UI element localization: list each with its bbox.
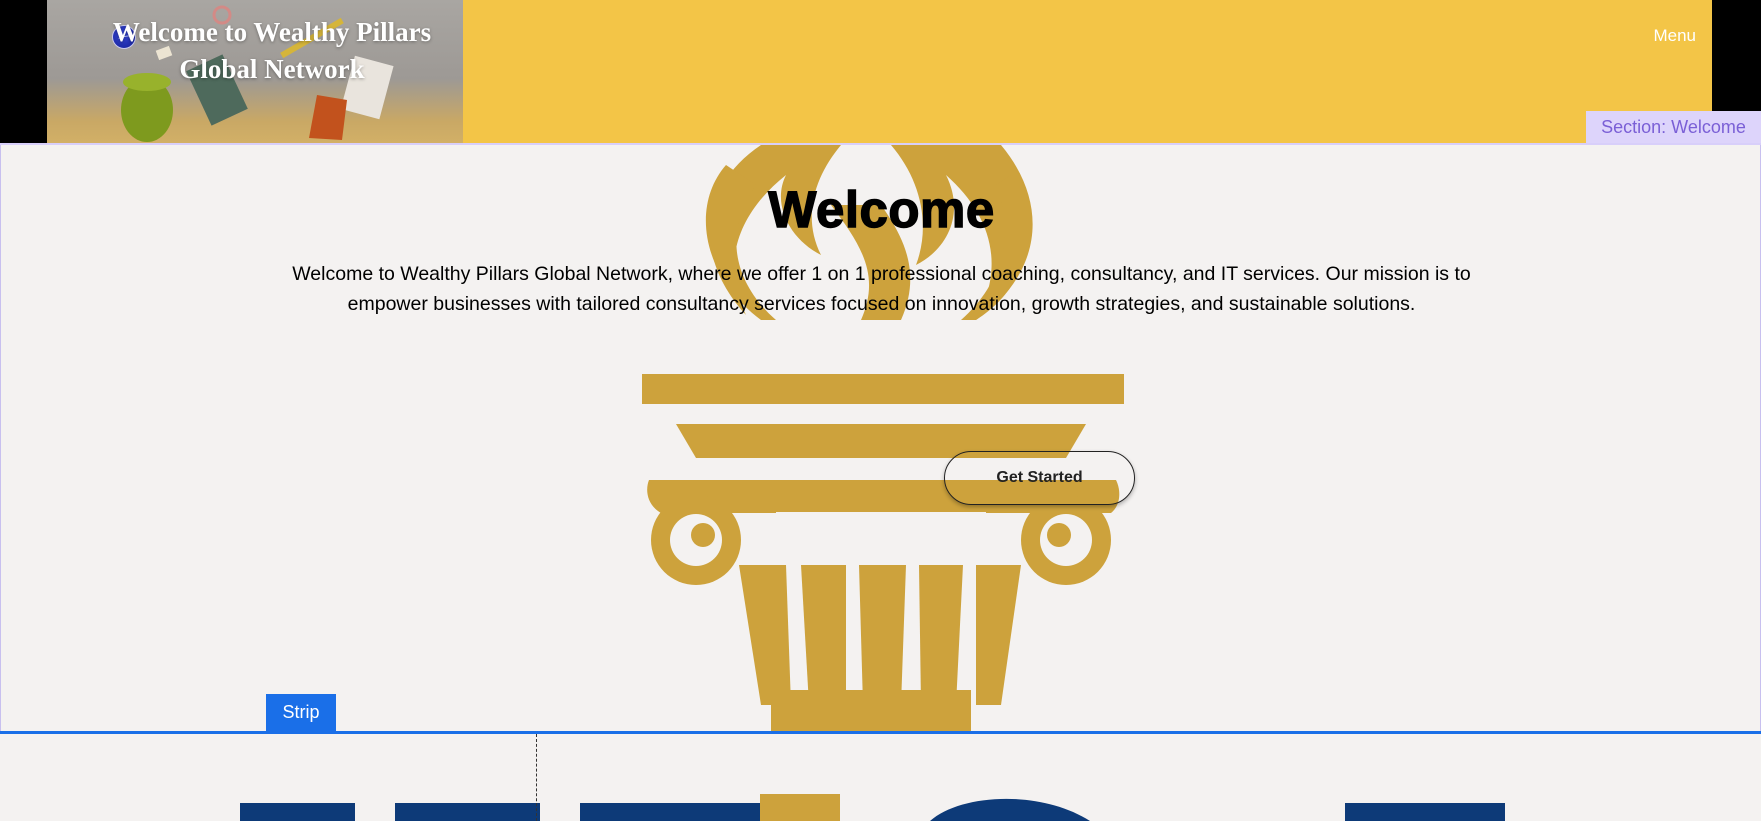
- section-label-tag[interactable]: Section: Welcome: [1586, 111, 1761, 144]
- welcome-section: Welcome Welcome to Wealthy Pillars Globa…: [0, 145, 1761, 731]
- strip-section: [0, 734, 1761, 821]
- left-edge: [0, 0, 47, 143]
- header-bar: [463, 0, 1712, 143]
- strip-label-tag[interactable]: Strip: [266, 694, 336, 731]
- welcome-description: Welcome to Wealthy Pillars Global Networ…: [292, 263, 1471, 315]
- get-started-button[interactable]: Get Started: [944, 451, 1135, 505]
- menu-button[interactable]: Menu: [1636, 26, 1696, 46]
- right-edge: [1712, 0, 1761, 111]
- navy-lettering-image: [240, 794, 1505, 821]
- column-guide: [536, 734, 537, 821]
- welcome-heading: Welcome: [768, 180, 995, 238]
- site-title: Welcome to Wealthy Pillars Global Networ…: [112, 17, 432, 84]
- header-hero-image: Welcome to Wealthy Pillars Global Networ…: [47, 0, 463, 143]
